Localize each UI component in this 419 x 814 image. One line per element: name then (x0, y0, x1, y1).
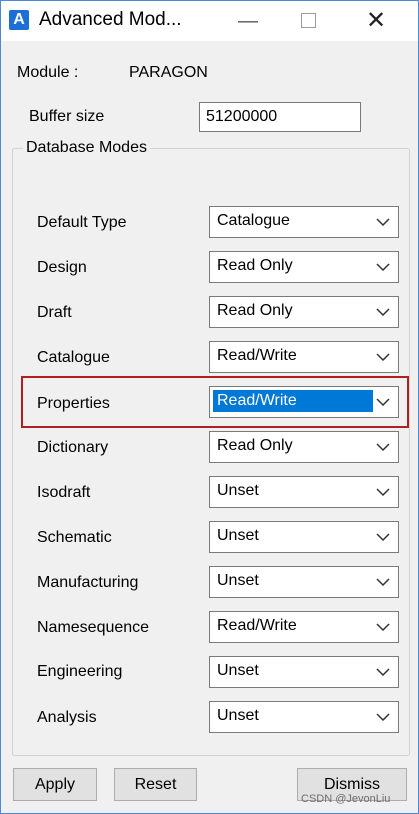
chevron-down-icon (376, 713, 390, 721)
row-label-analysis: Analysis (37, 709, 97, 726)
select-value: Unset (217, 482, 259, 499)
row-label-engineering: Engineering (37, 663, 123, 680)
row-label-dictionary: Dictionary (37, 439, 109, 456)
watermark: CSDN @JevonLiu (301, 793, 391, 805)
app-logo-icon: A (9, 10, 29, 30)
chevron-down-icon (376, 623, 390, 631)
select-manufacturing[interactable]: Unset (209, 566, 399, 598)
window-title: Advanced Mod... (39, 9, 182, 30)
select-value: Read/Write (217, 617, 297, 634)
close-button[interactable]: ✕ (353, 1, 399, 41)
reset-button[interactable]: Reset (114, 768, 197, 801)
select-design[interactable]: Read Only (209, 251, 399, 283)
row-label-manufacturing: Manufacturing (37, 574, 139, 591)
select-value: Unset (217, 662, 259, 679)
advanced-modes-window: A Advanced Mod... — ✕ Module : PARAGON B… (0, 0, 419, 814)
apply-button[interactable]: Apply (13, 768, 97, 801)
buffer-size-input[interactable]: 51200000 (199, 102, 361, 132)
row-label-draft: Draft (37, 304, 72, 321)
select-value: Read/Write (213, 390, 373, 412)
module-value: PARAGON (129, 64, 208, 81)
row-label-catalogue: Catalogue (37, 349, 110, 366)
chevron-down-icon (376, 443, 390, 451)
row-label-isodraft: Isodraft (37, 484, 91, 501)
select-value: Catalogue (217, 212, 290, 229)
chevron-down-icon (376, 308, 390, 316)
select-properties[interactable]: Read/Write (209, 386, 399, 418)
select-isodraft[interactable]: Unset (209, 476, 399, 508)
select-value: Read Only (217, 257, 293, 274)
row-label-properties: Properties (37, 395, 110, 412)
chevron-down-icon (376, 398, 390, 406)
select-value: Read Only (217, 437, 293, 454)
title-bar[interactable]: A Advanced Mod... — ✕ (1, 1, 418, 41)
chevron-down-icon (376, 353, 390, 361)
select-namesequence[interactable]: Read/Write (209, 611, 399, 643)
module-label: Module : (17, 64, 79, 81)
chevron-down-icon (376, 488, 390, 496)
select-value: Unset (217, 572, 259, 589)
select-draft[interactable]: Read Only (209, 296, 399, 328)
row-label-design: Design (37, 259, 87, 276)
select-engineering[interactable]: Unset (209, 656, 399, 688)
select-dictionary[interactable]: Read Only (209, 431, 399, 463)
row-label-schematic: Schematic (37, 529, 112, 546)
select-analysis[interactable]: Unset (209, 701, 399, 733)
chevron-down-icon (376, 218, 390, 226)
maximize-button[interactable] (285, 1, 331, 41)
select-schematic[interactable]: Unset (209, 521, 399, 553)
chevron-down-icon (376, 578, 390, 586)
select-value: Unset (217, 707, 259, 724)
maximize-icon (300, 13, 316, 29)
minimize-button[interactable]: — (225, 1, 271, 41)
chevron-down-icon (376, 263, 390, 271)
buffer-size-label: Buffer size (29, 108, 105, 125)
close-icon: ✕ (365, 7, 387, 34)
select-value: Read Only (217, 302, 293, 319)
select-value: Read/Write (217, 347, 297, 364)
database-modes-title: Database Modes (23, 139, 150, 157)
chevron-down-icon (376, 533, 390, 541)
row-label-namesequence: Namesequence (37, 619, 150, 636)
select-value: Unset (217, 527, 259, 544)
minimize-icon: — (238, 10, 258, 32)
row-label-default-type: Default Type (37, 214, 127, 231)
select-default-type[interactable]: Catalogue (209, 206, 399, 238)
select-catalogue[interactable]: Read/Write (209, 341, 399, 373)
chevron-down-icon (376, 668, 390, 676)
